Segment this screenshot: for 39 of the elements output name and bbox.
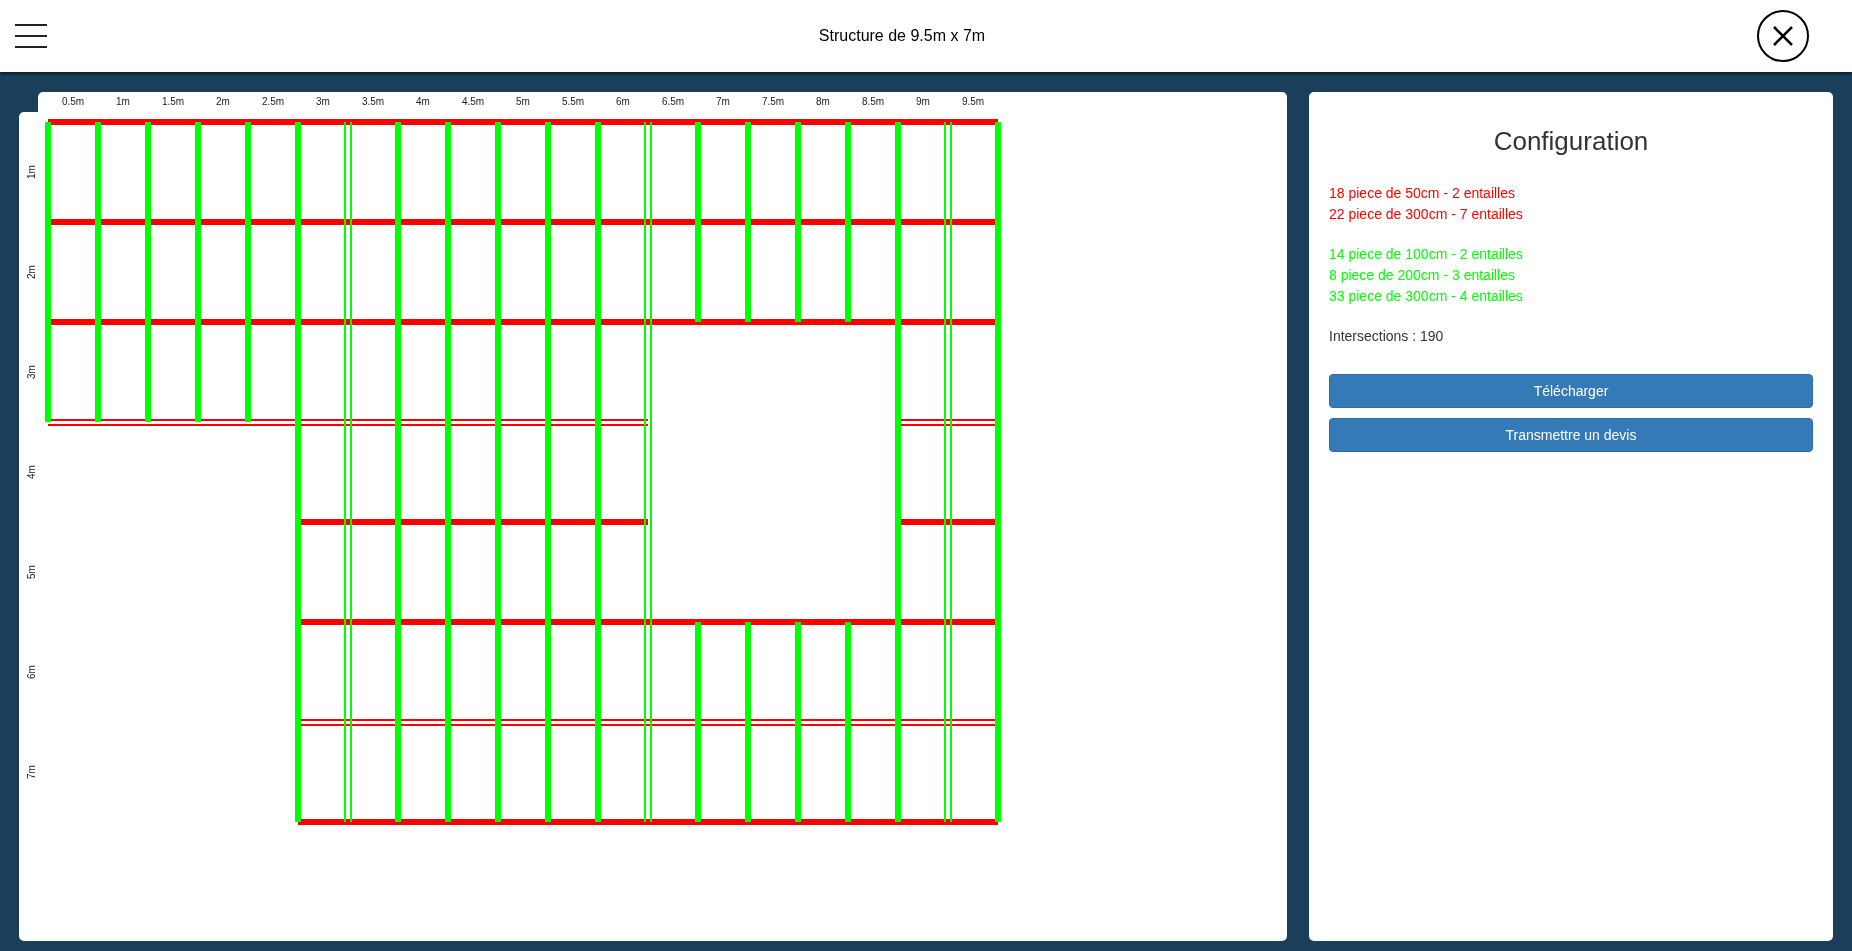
action-button[interactable]: Télécharger xyxy=(1329,374,1813,408)
piece-count-text: 33 piece de 300cm - 4 entailles xyxy=(1329,287,1523,306)
piece-count-text: 8 piece de 200cm - 3 entailles xyxy=(1329,266,1515,285)
page-title: Structure de 9.5m x 7m xyxy=(818,26,986,46)
close-button[interactable] xyxy=(1757,10,1809,62)
ruler-label: 6m xyxy=(615,97,631,107)
ruler-label: 4.5m xyxy=(460,97,486,107)
ruler-label: 1.5m xyxy=(160,97,186,107)
ruler-label: 5m xyxy=(515,97,531,107)
piece-count-text: 14 piece de 100cm - 2 entailles xyxy=(1329,245,1523,264)
ruler-label: 9m xyxy=(915,97,931,107)
ruler-label: 3m xyxy=(315,97,331,107)
ruler-label: 1m xyxy=(115,97,131,107)
piece-count-text: 18 piece de 50cm - 2 entailles xyxy=(1329,184,1515,203)
close-icon xyxy=(1772,25,1794,47)
action-button[interactable]: Transmettre un devis xyxy=(1329,418,1813,452)
ruler-label: 7m xyxy=(25,765,37,779)
ruler-label: 5m xyxy=(25,565,37,579)
ruler-label: 3.5m xyxy=(360,97,386,107)
ruler-label: 4m xyxy=(415,97,431,107)
ruler-label: 3m xyxy=(25,365,37,379)
intersections-text: Intersections : 190 xyxy=(1329,327,1444,346)
ruler-label: 7m xyxy=(715,97,731,107)
ruler-label: 6.5m xyxy=(660,97,686,107)
ruler-label: 9.5m xyxy=(960,97,986,107)
ruler-label: 5.5m xyxy=(560,97,586,107)
ruler-label: 1m xyxy=(25,165,37,179)
ruler-label: 8m xyxy=(815,97,831,107)
ruler-label: 2m xyxy=(25,265,37,279)
panel-title: Configuration xyxy=(1492,125,1650,158)
ruler-label: 0.5m xyxy=(60,97,86,107)
ruler-label: 2m xyxy=(215,97,231,107)
piece-count-text: 22 piece de 300cm - 7 entailles xyxy=(1329,205,1523,224)
menu-icon[interactable] xyxy=(15,24,47,48)
ruler-label: 7.5m xyxy=(760,97,786,107)
ruler-label: 6m xyxy=(25,665,37,679)
ruler-label: 8.5m xyxy=(860,97,886,107)
ruler-label: 4m xyxy=(25,465,37,479)
ruler-label: 2.5m xyxy=(260,97,286,107)
